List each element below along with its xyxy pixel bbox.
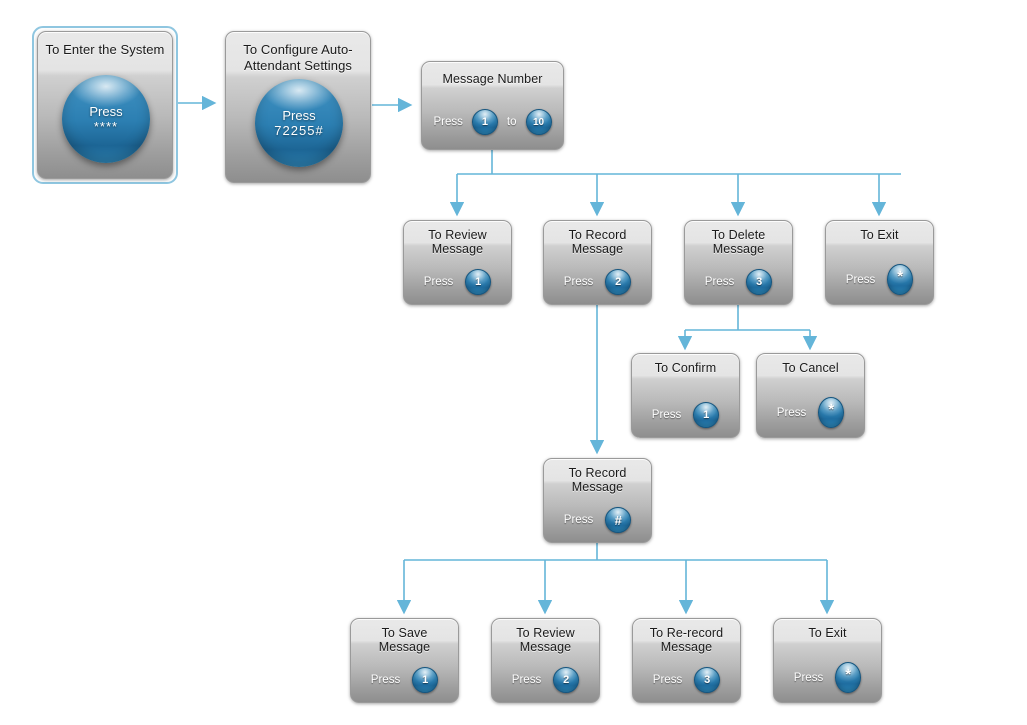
key-button-star[interactable]: * bbox=[818, 397, 845, 428]
node-title: To Configure Auto-Attendant Settings bbox=[243, 42, 353, 73]
press-label: Press bbox=[433, 116, 463, 128]
node-confirm[interactable]: To Confirm Press 1 bbox=[631, 353, 740, 438]
node-title: To Exit bbox=[808, 626, 847, 640]
node-exit-2[interactable]: To Exit Press * bbox=[773, 618, 882, 703]
node-record-message[interactable]: To Record Message Press 2 bbox=[543, 220, 652, 305]
press-label: Press bbox=[793, 671, 824, 684]
key-button[interactable]: 1 bbox=[693, 402, 720, 428]
node-footer: Press * bbox=[774, 662, 881, 693]
node-rerecord-message[interactable]: To Re-record Message Press 3 bbox=[632, 618, 741, 703]
sphere-button-configure[interactable]: Press 72255# bbox=[255, 79, 343, 167]
key-button[interactable]: 2 bbox=[605, 269, 632, 295]
node-footer: Press # bbox=[544, 507, 651, 533]
node-footer: Press 1 bbox=[404, 269, 511, 295]
sphere-button-enter-system[interactable]: Press **** bbox=[62, 75, 150, 163]
press-label: Press bbox=[423, 276, 454, 288]
node-delete-message[interactable]: To Delete Message Press 3 bbox=[684, 220, 793, 305]
code-label: **** bbox=[93, 119, 119, 134]
key-button[interactable]: 3 bbox=[746, 269, 773, 295]
press-label: Press bbox=[89, 104, 123, 119]
range-separator-label: to bbox=[506, 116, 517, 128]
node-configure-auto-attendant[interactable]: To Configure Auto-Attendant Settings Pre… bbox=[225, 31, 371, 183]
node-footer: Press 1 bbox=[632, 402, 739, 428]
node-title: Message Number bbox=[442, 72, 543, 86]
node-title: To Review Message bbox=[516, 626, 575, 654]
code-label: 72255# bbox=[274, 123, 324, 138]
node-record-message-2[interactable]: To Record Message Press # bbox=[543, 458, 652, 543]
node-footer: Press 3 bbox=[685, 269, 792, 295]
node-title: To Confirm bbox=[654, 361, 717, 375]
node-title: To Cancel bbox=[782, 361, 839, 375]
node-review-message-2[interactable]: To Review Message Press 2 bbox=[491, 618, 600, 703]
key-button-1[interactable]: 1 bbox=[471, 109, 498, 135]
key-button-hash[interactable]: # bbox=[605, 507, 632, 533]
press-label: Press bbox=[370, 674, 401, 686]
node-title: To Record Message bbox=[568, 466, 627, 494]
node-footer: Press * bbox=[757, 397, 864, 428]
node-title: To Review Message bbox=[428, 228, 487, 256]
node-title: To Record Message bbox=[568, 228, 627, 256]
node-title: To Exit bbox=[860, 228, 899, 242]
node-title: To Delete Message bbox=[711, 228, 766, 256]
node-title: To Re-record Message bbox=[649, 626, 724, 654]
key-button[interactable]: 3 bbox=[694, 667, 721, 693]
node-footer: Press 3 bbox=[633, 667, 740, 693]
node-exit-1[interactable]: To Exit Press * bbox=[825, 220, 934, 305]
node-footer: Press 1 to 10 bbox=[422, 109, 563, 135]
key-button[interactable]: 1 bbox=[412, 667, 439, 693]
node-title: To Save Message bbox=[378, 626, 431, 654]
node-footer: Press 1 bbox=[351, 667, 458, 693]
key-button-star[interactable]: * bbox=[887, 264, 914, 295]
node-save-message[interactable]: To Save Message Press 1 bbox=[350, 618, 459, 703]
node-footer: Press 2 bbox=[544, 269, 651, 295]
press-label: Press bbox=[563, 276, 594, 288]
press-label: Press bbox=[704, 276, 735, 288]
node-title: To Enter the System bbox=[45, 42, 165, 57]
flowchart-canvas: To Enter the System Press **** To Config… bbox=[0, 0, 1027, 725]
press-label: Press bbox=[776, 406, 807, 419]
key-button[interactable]: 1 bbox=[465, 269, 492, 295]
press-label: Press bbox=[651, 409, 682, 421]
key-button[interactable]: 2 bbox=[553, 667, 580, 693]
press-label: Press bbox=[652, 674, 683, 686]
press-label: Press bbox=[563, 514, 594, 526]
press-label: Press bbox=[845, 273, 876, 286]
key-button-star[interactable]: * bbox=[835, 662, 862, 693]
key-button-10[interactable]: 10 bbox=[525, 109, 552, 135]
press-label: Press bbox=[282, 108, 316, 123]
node-cancel[interactable]: To Cancel Press * bbox=[756, 353, 865, 438]
node-footer: Press 2 bbox=[492, 667, 599, 693]
node-footer: Press * bbox=[826, 264, 933, 295]
node-message-number[interactable]: Message Number Press 1 to 10 bbox=[421, 61, 564, 150]
press-label: Press bbox=[511, 674, 542, 686]
node-review-message[interactable]: To Review Message Press 1 bbox=[403, 220, 512, 305]
node-enter-system[interactable]: To Enter the System Press **** bbox=[37, 31, 173, 179]
